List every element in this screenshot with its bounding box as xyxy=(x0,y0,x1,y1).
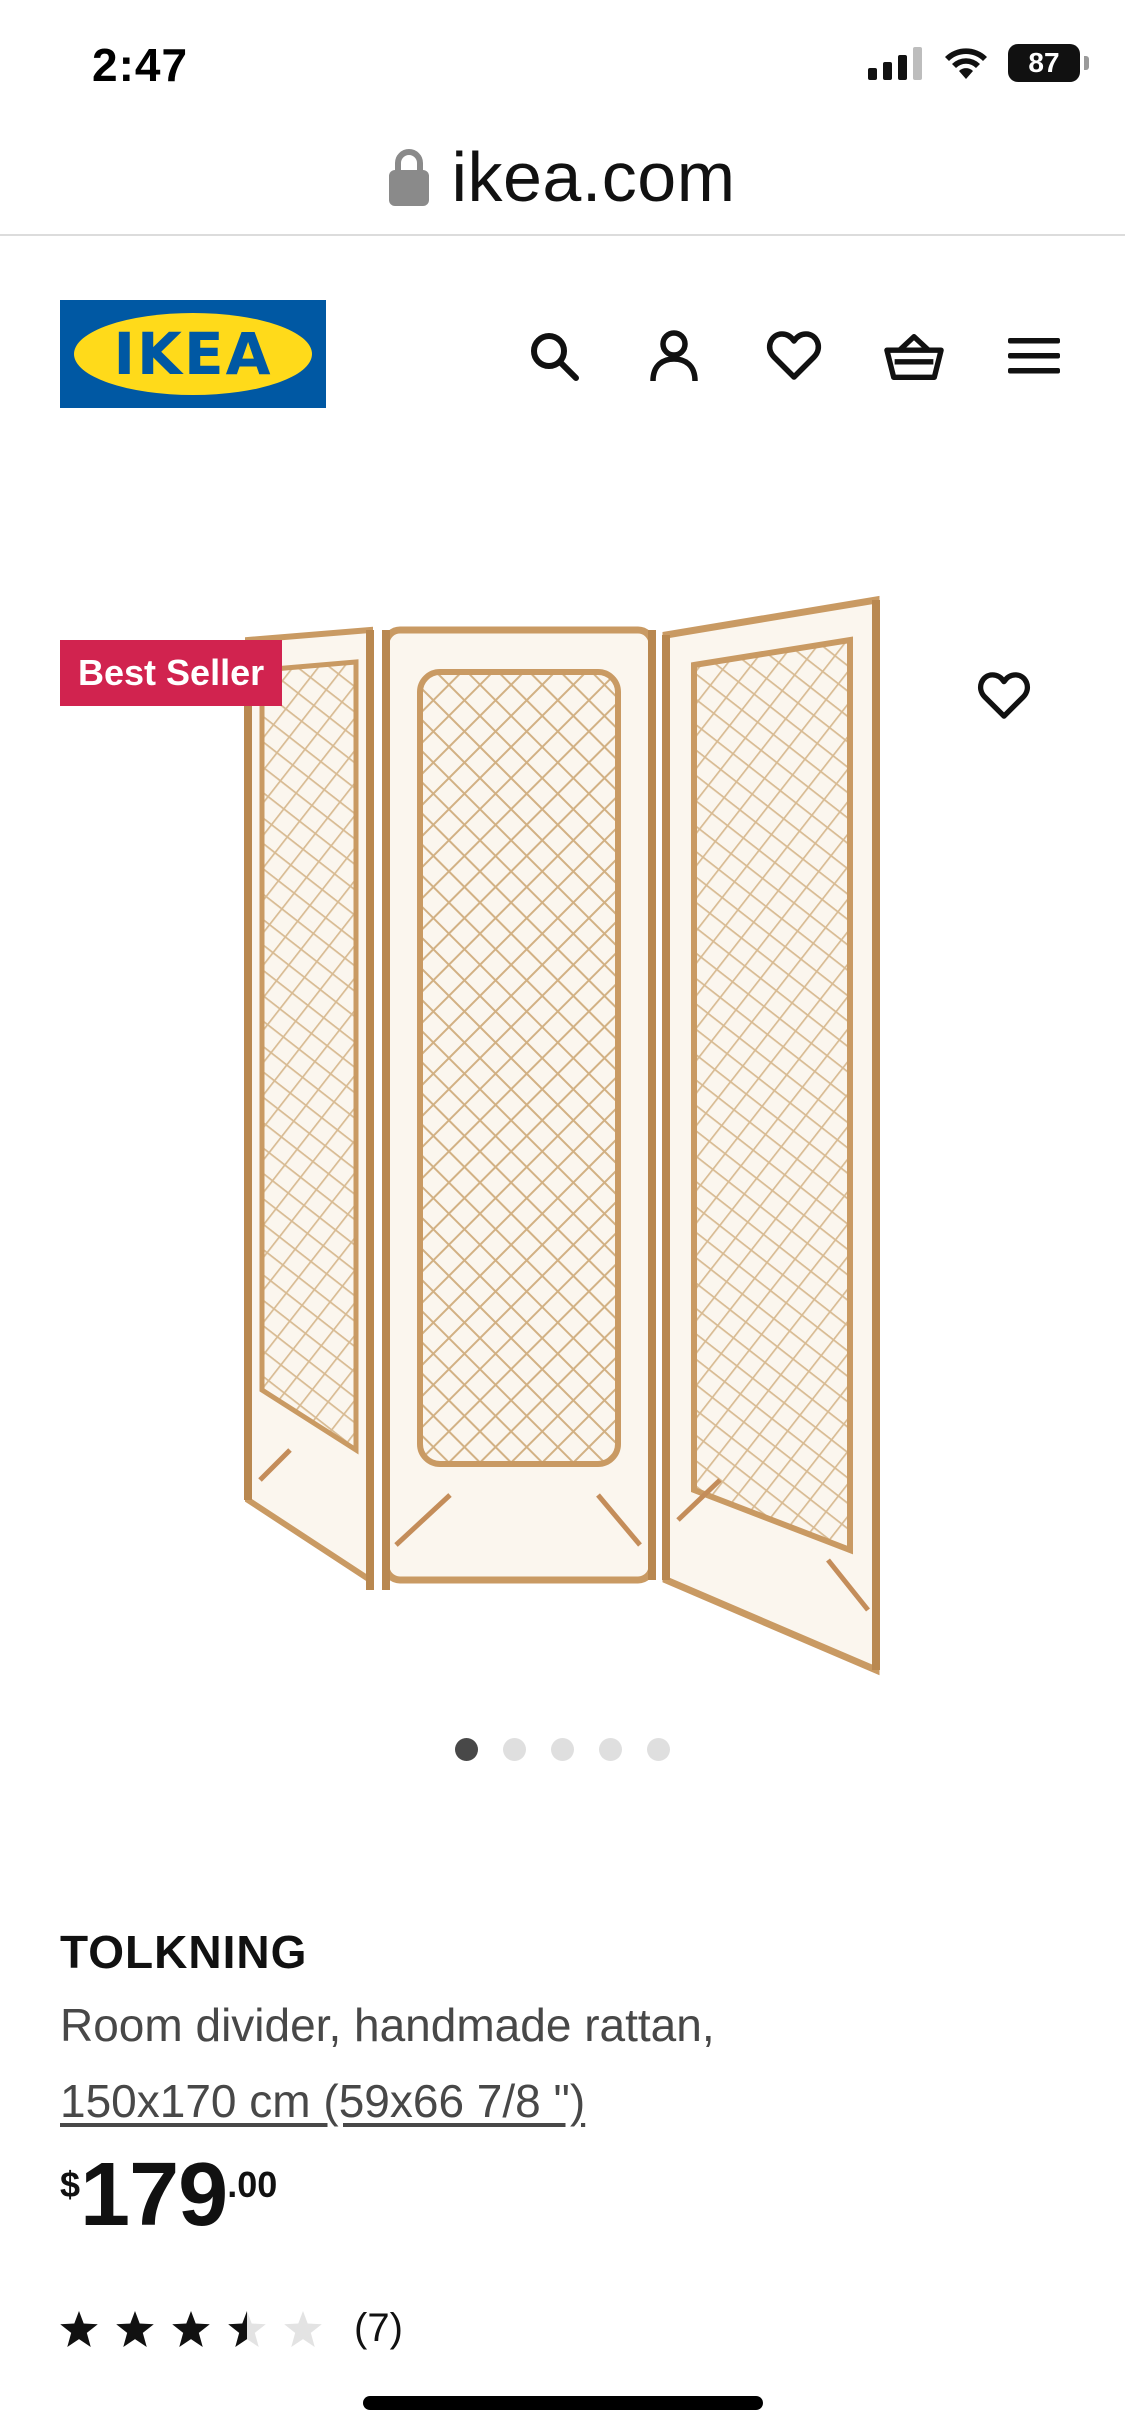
cellular-signal-icon xyxy=(868,47,922,80)
carousel-dot-5[interactable] xyxy=(647,1738,670,1761)
carousel-dot-1[interactable] xyxy=(455,1738,478,1761)
star-full-icon xyxy=(116,2310,154,2347)
rating-stars xyxy=(60,2310,322,2347)
price-decimal: .00 xyxy=(227,2164,278,2205)
browser-url-bar[interactable]: ikea.com xyxy=(0,120,1125,236)
site-header: IKEA xyxy=(0,300,1125,410)
price-integer: 179 xyxy=(80,2145,228,2245)
menu-button[interactable] xyxy=(1004,326,1064,386)
basket-icon xyxy=(884,333,944,380)
price-currency: $ xyxy=(60,2164,81,2205)
search-button[interactable] xyxy=(524,326,584,386)
save-to-favourites-button[interactable] xyxy=(968,660,1040,732)
rating-count: (7) xyxy=(354,2306,403,2350)
favourites-button[interactable] xyxy=(764,326,824,386)
star-empty-icon xyxy=(284,2310,322,2347)
product-description: Room divider, handmade rattan, xyxy=(60,1999,715,2051)
best-seller-badge: Best Seller xyxy=(60,640,283,706)
carousel-pagination xyxy=(0,1738,1125,1761)
product-image[interactable] xyxy=(200,590,900,1690)
product-name: TOLKNING xyxy=(60,1926,308,1978)
status-bar: 2:47 87 xyxy=(0,0,1125,120)
basket-button[interactable] xyxy=(884,326,944,386)
lock-icon xyxy=(389,149,430,206)
product-size-link[interactable]: 150x170 cm (59x66 7/8 ") xyxy=(60,2074,585,2128)
product-rating[interactable]: (7) xyxy=(60,2306,403,2351)
star-half-icon xyxy=(228,2310,266,2347)
home-indicator[interactable] xyxy=(363,2396,763,2410)
account-button[interactable] xyxy=(644,326,704,386)
menu-icon xyxy=(1008,338,1060,374)
logo-text: IKEA xyxy=(113,320,273,388)
heart-icon xyxy=(978,672,1030,719)
carousel-dot-4[interactable] xyxy=(599,1738,622,1761)
status-icons: 87 xyxy=(868,44,1089,82)
heart-icon xyxy=(766,331,822,380)
status-time: 2:47 xyxy=(92,39,189,91)
ikea-logo[interactable]: IKEA xyxy=(60,300,326,408)
carousel-dot-2[interactable] xyxy=(503,1738,526,1761)
battery-icon: 87 xyxy=(1008,44,1089,82)
search-icon xyxy=(531,333,579,381)
star-full-icon xyxy=(172,2310,210,2347)
carousel-dot-3[interactable] xyxy=(551,1738,574,1761)
url-text: ikea.com xyxy=(451,138,736,216)
product-price: $ 179 .00 xyxy=(60,2150,277,2240)
star-full-icon xyxy=(60,2310,98,2347)
wifi-icon xyxy=(945,48,987,79)
battery-level: 87 xyxy=(1028,47,1060,78)
account-icon xyxy=(650,330,698,382)
